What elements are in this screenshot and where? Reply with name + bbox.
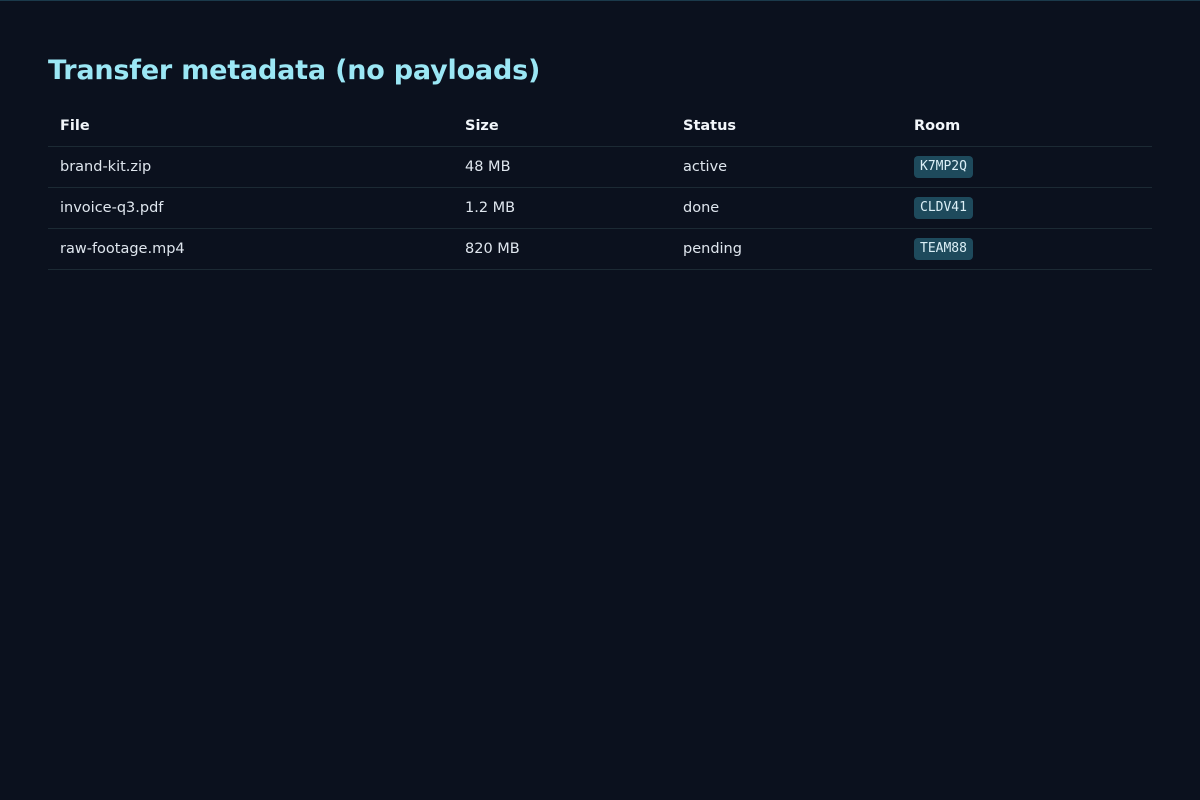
- page-title: Transfer metadata (no payloads): [48, 55, 541, 86]
- column-header-size: Size: [453, 106, 671, 147]
- status-cell: done: [671, 187, 902, 229]
- table-header-row: File Size Status Room: [48, 106, 1152, 147]
- column-header-room: Room: [902, 106, 1152, 147]
- room-code-badge: TEAM88: [914, 238, 973, 260]
- room-cell: CLDV41: [902, 187, 1152, 229]
- file-name-cell: brand-kit.zip: [48, 146, 453, 188]
- table-row: invoice-q3.pdf 1.2 MB done CLDV41: [48, 187, 1152, 229]
- room-code-badge: K7MP2Q: [914, 156, 973, 178]
- room-cell: K7MP2Q: [902, 146, 1152, 188]
- file-name-cell: invoice-q3.pdf: [48, 187, 453, 229]
- page-container: Transfer metadata (no payloads) File Siz…: [48, 54, 1152, 270]
- file-size-cell: 820 MB: [453, 228, 671, 270]
- room-cell: TEAM88: [902, 228, 1152, 270]
- file-size-cell: 48 MB: [453, 146, 671, 188]
- status-cell: active: [671, 146, 902, 188]
- file-size-cell: 1.2 MB: [453, 187, 671, 229]
- column-header-file: File: [48, 106, 453, 147]
- table-row: raw-footage.mp4 820 MB pending TEAM88: [48, 228, 1152, 270]
- column-header-status: Status: [671, 106, 902, 147]
- table-row: brand-kit.zip 48 MB active K7MP2Q: [48, 146, 1152, 188]
- file-name-cell: raw-footage.mp4: [48, 228, 453, 270]
- transfers-table: File Size Status Room brand-kit.zip 48 M…: [48, 106, 1152, 270]
- room-code-badge: CLDV41: [914, 197, 973, 219]
- status-cell: pending: [671, 228, 902, 270]
